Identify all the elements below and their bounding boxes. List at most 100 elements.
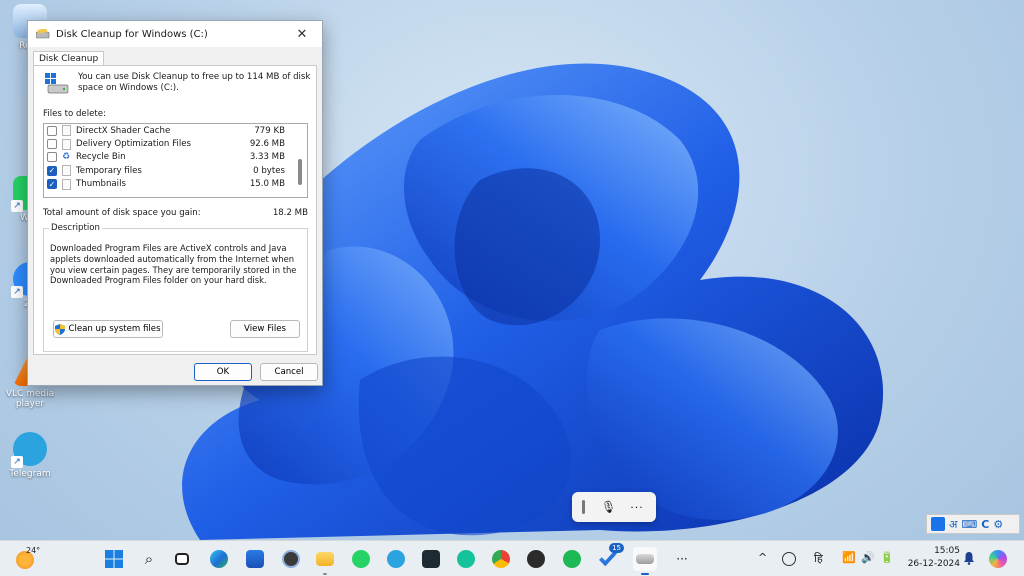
file-size: 15.0 MB	[249, 179, 285, 190]
description-legend: Description	[49, 223, 102, 233]
list-item[interactable]: ✓ Temporary files 0 bytes	[44, 164, 307, 177]
disk-cleanup-taskbar-icon[interactable]	[633, 547, 657, 575]
dialog-title: Disk Cleanup for Windows (C:)	[56, 28, 208, 40]
listbox-scrollbar[interactable]	[294, 125, 306, 197]
chrome-icon[interactable]	[489, 547, 513, 571]
disk-cleanup-icon	[45, 73, 69, 94]
close-button[interactable]: ✕	[282, 21, 322, 47]
view-files-button[interactable]: View Files	[230, 320, 300, 338]
edge-icon[interactable]	[207, 547, 231, 571]
file-size: 779 KB	[254, 125, 285, 136]
keyboard-icon[interactable]: ⌨	[961, 518, 977, 531]
file-name: Recycle Bin	[76, 152, 126, 163]
file-name: DirectX Shader Cache	[76, 125, 171, 136]
todo-icon[interactable]: 15	[596, 543, 624, 571]
checkbox-checked[interactable]: ✓	[47, 179, 57, 190]
taskbar: 24° ⌕ 15 ··· ^ हि 📶 🔊 🔋 15:05 26-12-2024	[0, 540, 1024, 576]
spotify-icon[interactable]	[560, 547, 584, 571]
obs-icon[interactable]	[524, 547, 548, 571]
copilot-icon[interactable]	[986, 547, 1010, 571]
input-language-indicator[interactable]: हि	[814, 551, 823, 566]
file-icon	[62, 165, 71, 177]
list-item[interactable]: Delivery Optimization Files 92.6 MB	[44, 137, 307, 150]
desktop-icon-telegram[interactable]: ↗ Telegram	[2, 432, 58, 479]
clock-date: 26-12-2024	[907, 559, 960, 569]
file-name: Temporary files	[76, 165, 142, 176]
file-explorer-icon[interactable]	[313, 547, 337, 575]
grammarly-icon[interactable]	[454, 547, 478, 571]
total-gain-value: 18.2 MB	[272, 208, 308, 218]
telegram-icon[interactable]	[384, 547, 408, 571]
uac-shield-icon	[55, 323, 66, 335]
more-options-icon[interactable]: ···	[630, 501, 644, 514]
telegram-icon: ↗	[11, 432, 47, 468]
store-icon[interactable]	[243, 547, 267, 571]
disk-drive-icon	[36, 29, 50, 39]
file-size: 3.33 MB	[249, 152, 285, 163]
shortcut-arrow-icon: ↗	[11, 200, 23, 212]
voice-typing-bar: 🎙 ···	[572, 492, 656, 522]
clean-up-system-files-button[interactable]: Clean up system files	[53, 320, 163, 338]
file-name: Thumbnails	[76, 179, 126, 190]
file-name: Delivery Optimization Files	[76, 139, 191, 150]
total-gain-label: Total amount of disk space you gain:	[43, 208, 201, 218]
start-button[interactable]	[102, 547, 126, 571]
overflow-icon[interactable]: ···	[670, 547, 694, 571]
checkbox[interactable]	[47, 125, 57, 136]
ok-button[interactable]: OK	[194, 363, 252, 381]
shortcut-arrow-icon: ↗	[11, 456, 23, 468]
whatsapp-icon[interactable]	[349, 547, 373, 571]
tab-panel: You can use Disk Cleanup to free up to 1…	[33, 65, 317, 355]
checkbox-checked[interactable]: ✓	[47, 165, 57, 176]
hindi-mode-icon[interactable]: अ	[949, 517, 957, 532]
tab-strip: Disk Cleanup	[28, 47, 322, 66]
description-text: Downloaded Program Files are ActiveX con…	[50, 243, 297, 286]
wifi-icon[interactable]: 📶	[842, 551, 856, 564]
battery-icon[interactable]: 🔋	[880, 551, 894, 564]
button-label: Clean up system files	[68, 324, 161, 334]
capcut-icon[interactable]	[419, 547, 443, 571]
ink-app-icon[interactable]	[279, 547, 303, 571]
list-item[interactable]: DirectX Shader Cache 779 KB	[44, 124, 307, 137]
c-icon[interactable]: C	[981, 518, 989, 531]
file-icon	[62, 138, 71, 150]
cancel-button[interactable]: Cancel	[260, 363, 318, 381]
drag-handle[interactable]	[582, 500, 585, 514]
search-icon[interactable]: ⌕	[137, 547, 161, 571]
tab-disk-cleanup[interactable]: Disk Cleanup	[33, 51, 105, 66]
total-gain-row: Total amount of disk space you gain: 18.…	[43, 208, 308, 218]
desktop-icon-label: Telegram	[9, 469, 51, 479]
task-view-icon[interactable]	[170, 547, 194, 571]
ime-language-bar: अ ⌨ C ⚙	[926, 514, 1020, 534]
microphone-icon[interactable]: 🎙	[601, 500, 616, 514]
list-item[interactable]: ✓ Thumbnails 15.0 MB	[44, 178, 307, 191]
shortcut-arrow-icon: ↗	[11, 286, 23, 298]
recycle-icon: ♻	[62, 151, 71, 162]
checkbox[interactable]	[47, 152, 57, 163]
intro-section: You can use Disk Cleanup to free up to 1…	[44, 72, 314, 94]
description-group: Description Downloaded Program Files are…	[43, 223, 308, 352]
clock[interactable]: 15:05 26-12-2024	[904, 545, 960, 571]
weather-widget[interactable]: 24°	[16, 545, 56, 573]
google-input-tools-icon[interactable]	[931, 517, 945, 531]
clock-time: 15:05	[934, 546, 960, 556]
file-size: 92.6 MB	[249, 139, 285, 150]
scrollbar-thumb[interactable]	[298, 159, 302, 185]
files-listbox[interactable]: DirectX Shader Cache 779 KB Delivery Opt…	[43, 123, 308, 198]
notification-bell-icon[interactable]	[963, 551, 975, 565]
notification-badge: 15	[609, 543, 624, 553]
checkbox[interactable]	[47, 139, 57, 150]
gear-icon[interactable]: ⚙	[993, 518, 1003, 531]
file-icon	[62, 178, 71, 190]
disk-cleanup-dialog: Disk Cleanup for Windows (C:) ✕ Disk Cle…	[27, 20, 323, 386]
sync-icon[interactable]	[782, 552, 796, 566]
intro-text: You can use Disk Cleanup to free up to 1…	[78, 72, 311, 93]
files-to-delete-label: Files to delete:	[43, 109, 106, 119]
file-icon	[62, 125, 71, 137]
windows-logo-icon	[105, 550, 123, 568]
list-item[interactable]: ♻ Recycle Bin 3.33 MB	[44, 151, 307, 164]
volume-icon[interactable]: 🔊	[861, 551, 875, 564]
chevron-up-icon[interactable]: ^	[758, 551, 767, 564]
dialog-titlebar[interactable]: Disk Cleanup for Windows (C:) ✕	[28, 21, 322, 47]
file-size: 0 bytes	[253, 165, 285, 176]
